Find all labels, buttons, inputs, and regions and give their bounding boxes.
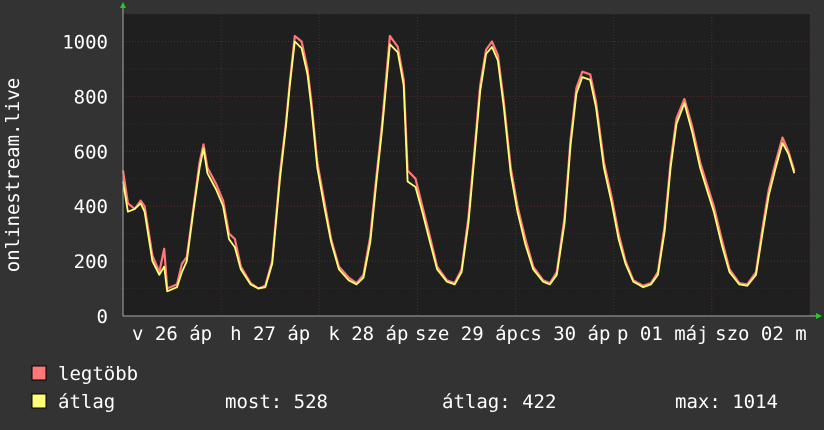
y-tick-label-3: 600	[74, 141, 108, 163]
x-tick-label-3: sze 29 áp	[415, 323, 518, 345]
x-tick-label-5: p 01 máj	[617, 323, 709, 345]
y-axis-label: onlinestream.live	[2, 78, 24, 272]
stat-current: most: 528	[225, 391, 328, 413]
y-tick-label-2: 400	[74, 196, 108, 218]
x-tick-label-6: szo 02 m	[715, 323, 807, 345]
x-tick-label-4: cs 30 áp	[519, 323, 611, 345]
legend-swatch-legtobb	[31, 365, 47, 381]
chart: 0 200 400 600 800 1000 v 26 áp h 27 áp k 28 áp s…	[0, 0, 824, 430]
legend-label-atlag: átlag	[58, 391, 115, 413]
stat-max: max: 1014	[675, 391, 778, 413]
x-tick-label-2: k 28 áp	[328, 323, 408, 345]
plot-area	[123, 14, 810, 316]
x-tick-label-1: h 27 áp	[230, 323, 310, 345]
x-tick-label-0: v 26 áp	[132, 323, 212, 345]
x-tick-labels: v 26 áp h 27 áp k 28 áp sze 29 áp cs 30 áp p …	[132, 323, 807, 345]
legend-label-legtobb: legtöbb	[58, 363, 138, 385]
y-tick-label-1: 200	[74, 251, 108, 273]
y-tick-label-5: 1000	[62, 31, 108, 53]
y-tick-label-0: 0	[97, 306, 108, 328]
legend-swatch-atlag	[31, 393, 47, 409]
stat-average: átlag: 422	[442, 391, 556, 413]
y-tick-label-4: 800	[74, 86, 108, 108]
